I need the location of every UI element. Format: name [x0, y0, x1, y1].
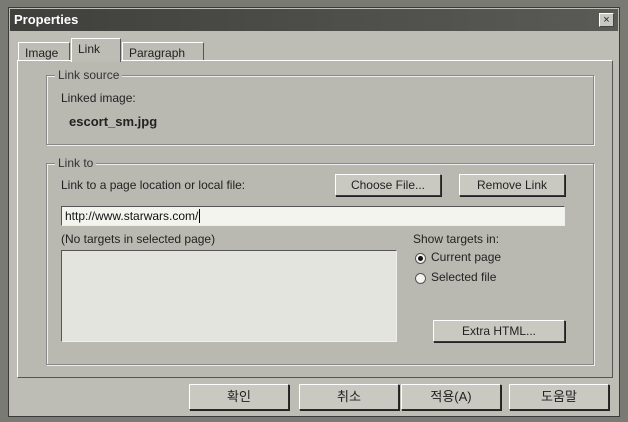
help-button[interactable]: 도움말: [509, 384, 609, 410]
remove-link-button[interactable]: Remove Link: [459, 174, 565, 196]
link-source-legend: Link source: [55, 68, 123, 82]
selected-file-label[interactable]: Selected file: [431, 270, 496, 284]
targets-label: (No targets in selected page): [61, 232, 216, 246]
tab-link[interactable]: Link: [71, 38, 121, 62]
tab-image[interactable]: Image: [18, 42, 70, 62]
extra-html-button[interactable]: Extra HTML...: [433, 320, 565, 342]
apply-button[interactable]: 적용(A): [401, 384, 501, 410]
show-targets-label: Show targets in:: [413, 232, 500, 246]
close-button[interactable]: ×: [599, 13, 614, 27]
ok-button[interactable]: 확인: [189, 384, 289, 410]
title-bar: Properties ×: [10, 9, 618, 31]
link-tab-panel: Link source Linked image: escort_sm.jpg …: [17, 60, 613, 378]
linked-image-label: Linked image:: [61, 91, 136, 105]
link-to-legend: Link to: [55, 156, 97, 170]
choose-file-button[interactable]: Choose File...: [335, 174, 441, 196]
tab-paragraph-label: Paragraph: [129, 46, 186, 60]
tab-image-label: Image: [25, 46, 59, 60]
properties-dialog: Properties × Image Link Paragraph Link s…: [8, 7, 620, 417]
current-page-label[interactable]: Current page: [431, 250, 501, 264]
close-icon: ×: [603, 14, 610, 26]
cancel-button[interactable]: 취소: [299, 384, 399, 410]
current-page-radio[interactable]: [415, 253, 426, 264]
text-cursor: [199, 209, 201, 223]
link-source-group: Link source Linked image: escort_sm.jpg: [46, 68, 594, 145]
tab-paragraph[interactable]: Paragraph: [122, 42, 204, 62]
tab-link-label: Link: [78, 42, 101, 56]
linked-image-value: escort_sm.jpg: [69, 114, 158, 129]
selected-file-radio[interactable]: [415, 273, 426, 284]
link-to-field-label: Link to a page location or local file:: [61, 178, 246, 192]
url-input[interactable]: http://www.starwars.com/: [61, 206, 565, 226]
targets-listbox[interactable]: [61, 250, 397, 342]
url-input-value: http://www.starwars.com/: [65, 209, 199, 223]
link-to-group: Link to Link to a page location or local…: [46, 156, 594, 365]
window-title: Properties: [14, 12, 79, 27]
